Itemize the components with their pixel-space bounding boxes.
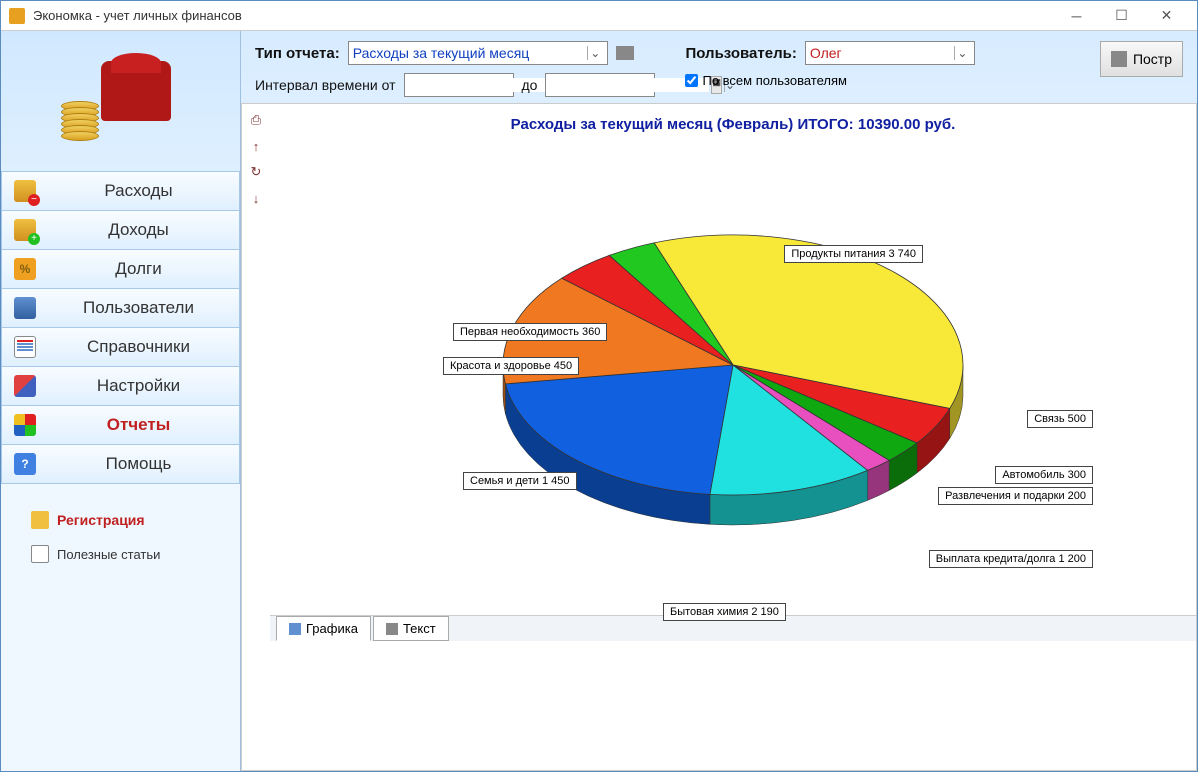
registration-link[interactable]: Регистрация [31,503,210,537]
tab-graphics[interactable]: Графика [276,616,371,641]
all-users-checkbox-row[interactable]: По всем пользователям [685,73,974,88]
sidebar-item-income[interactable]: Доходы [1,210,240,250]
interval-label: Интервал времени от [255,77,396,93]
sidebar-item-help[interactable]: ? Помощь [1,444,240,484]
date-to-input[interactable]: ▦ ⌄ [545,73,655,97]
report-type-select[interactable]: Расходы за текущий месяц ⌄ [348,41,608,65]
chart-icon [289,623,301,635]
build-icon [1111,51,1127,67]
sidebar: Расходы Доходы % Долги Пользователи Спра… [1,31,241,771]
window-title: Экономка - учет личных финансов [33,8,1054,23]
pie-chart: Продукты питания 3 740Связь 500Автомобил… [393,165,1073,615]
user-label: Пользователь: [685,45,796,62]
sidebar-item-debts[interactable]: % Долги [1,249,240,289]
list-icon [14,336,36,358]
toolbar: Тип отчета: Расходы за текущий месяц ⌄ И… [241,31,1197,103]
arrow-down-icon[interactable]: ↓ [247,190,265,206]
sidebar-item-refs[interactable]: Справочники [1,327,240,367]
maximize-button[interactable]: ☐ [1099,2,1144,30]
minimize-button[interactable]: ─ [1054,2,1099,30]
logo-area [1,31,240,171]
chevron-down-icon[interactable]: ⌄ [954,46,970,60]
coins-minus-icon [14,180,36,202]
tools-icon [14,375,36,397]
chart-label: Бытовая химия 2 190 [663,603,786,621]
key-icon [31,511,49,529]
percent-icon: % [14,258,36,280]
sidebar-item-expenses[interactable]: Расходы [1,171,240,211]
chart-label: Красота и здоровье 450 [443,357,579,375]
coins-plus-icon [14,219,36,241]
chart-label: Выплата кредита/долга 1 200 [929,550,1093,568]
help-icon: ? [14,453,36,475]
date-from-input[interactable]: ▦ ⌄ [404,73,514,97]
tab-text[interactable]: Текст [373,616,449,641]
articles-link[interactable]: Полезные статьи [31,537,210,571]
print-icon[interactable]: ⎙ [247,112,265,128]
app-icon [9,8,25,24]
chart-area: ⎙ ↑ ↻ ↓ Расходы за текущий месяц (Феврал… [241,103,1197,771]
chart-label: Семья и дети 1 450 [463,472,577,490]
arrow-up-icon[interactable]: ↑ [247,138,265,154]
build-report-button[interactable]: Постр [1100,41,1183,77]
users-icon [14,297,36,319]
sidebar-item-settings[interactable]: Настройки [1,366,240,406]
all-users-checkbox[interactable] [685,74,698,87]
chart-label: Развлечения и подарки 200 [938,487,1093,505]
chart-tools: ⎙ ↑ ↻ ↓ [242,104,270,770]
document-icon [31,545,49,563]
to-label: до [522,77,538,93]
close-button[interactable]: ✕ [1144,2,1189,30]
sidebar-item-users[interactable]: Пользователи [1,288,240,328]
chart-title: Расходы за текущий месяц (Февраль) ИТОГО… [270,104,1196,145]
user-select[interactable]: Олег ⌄ [805,41,975,65]
sidebar-item-reports[interactable]: Отчеты [1,405,240,445]
report-type-label: Тип отчета: [255,45,340,62]
chart-label: Связь 500 [1027,410,1093,428]
chart-label: Первая необходимость 360 [453,323,607,341]
book-icon[interactable] [616,46,634,60]
titlebar: Экономка - учет личных финансов ─ ☐ ✕ [1,1,1197,31]
chart-label: Продукты питания 3 740 [784,245,923,263]
chart-label: Автомобиль 300 [995,466,1093,484]
text-icon [386,623,398,635]
wallet-logo-icon [61,51,181,151]
chevron-down-icon[interactable]: ⌄ [587,46,603,60]
nav: Расходы Доходы % Долги Пользователи Спра… [1,171,240,483]
piechart-icon [14,414,36,436]
rotate-icon[interactable]: ↻ [247,164,265,180]
